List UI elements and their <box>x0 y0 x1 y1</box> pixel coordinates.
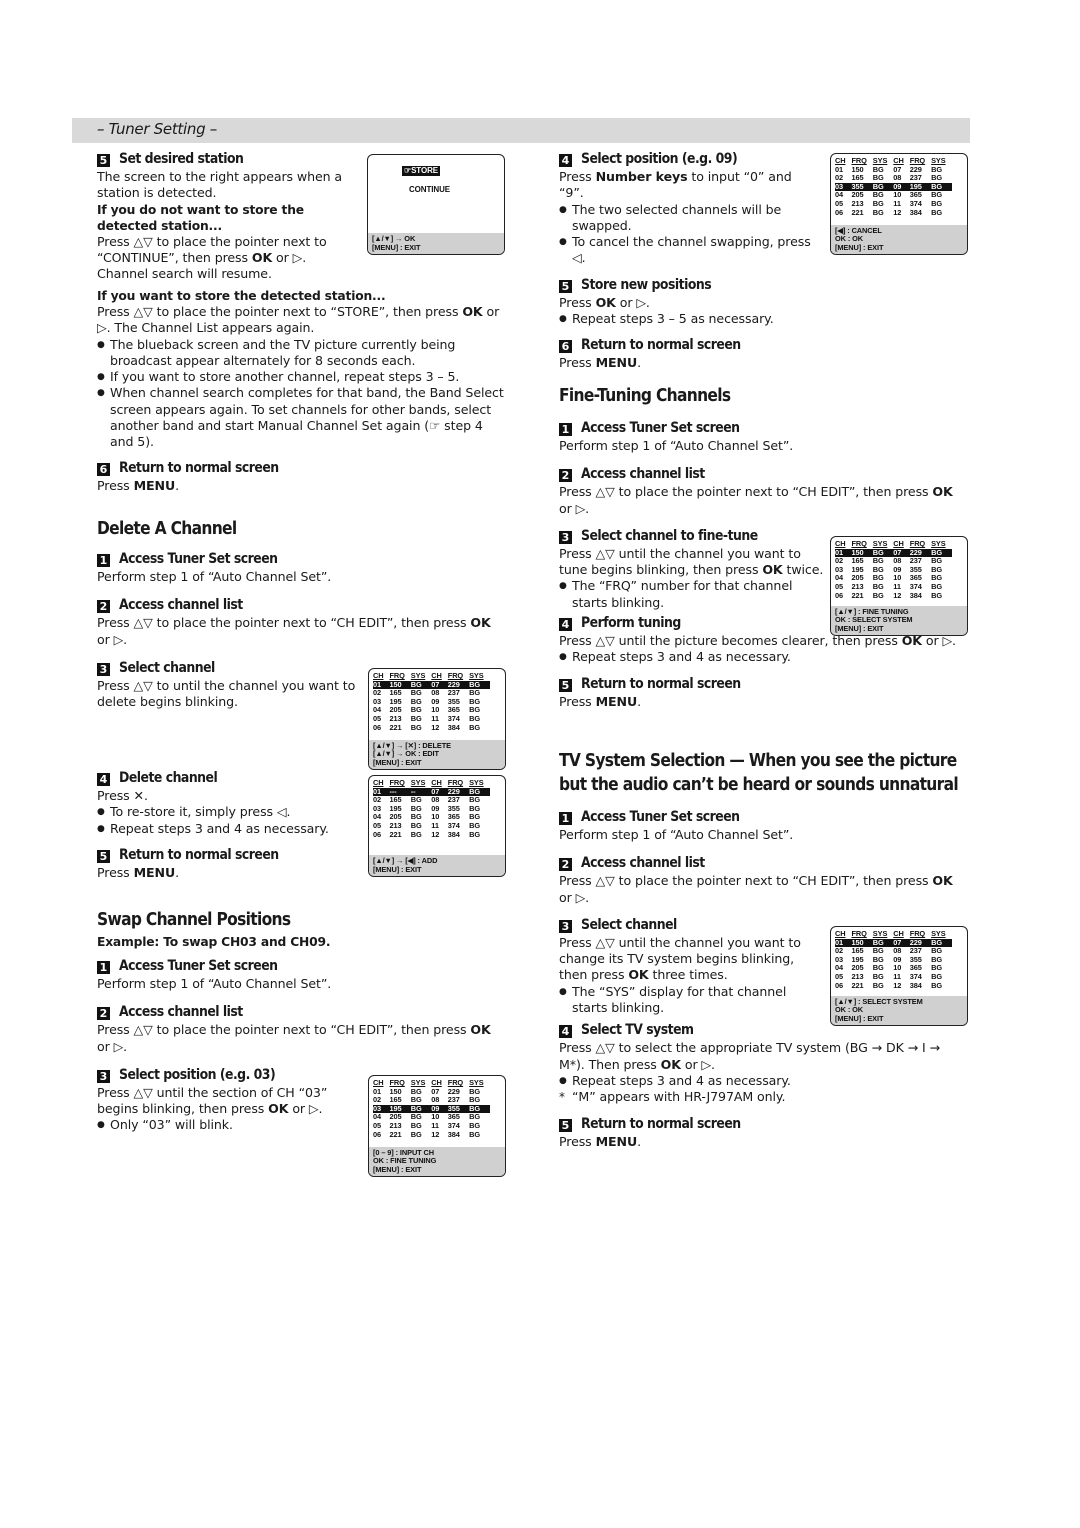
table-row: 06 221 BG 12 384 BG <box>373 829 480 839</box>
screen-store-continue: ☞STORE CONTINUE [▲/▼] → OK [MENU] : EXIT <box>367 154 505 255</box>
screen-swap-select-03: CH FRQ SYS CH FRQ SYS 01 150 BG 07 229 BG 02 165 BG 08 2… <box>368 1075 506 1177</box>
paragraph: Press △▽ to place the pointer next to “S… <box>97 304 500 336</box>
bullet-item: The two selected channels will be swappe… <box>559 202 819 235</box>
section-heading: TV System Selection — When you see the p… <box>559 750 957 771</box>
screen-footer: [◀] : CANCEL OK : OK [MENU] : EXIT <box>831 224 967 254</box>
channel-table: CH FRQ SYS CH FRQ SYS 01 --- -- 07 229 BG 02 165 BG 08 2… <box>373 778 490 839</box>
screen-fine-tune: CH FRQ SYS CH FRQ SYS 01 150 BG 07 229 BG 02 165 BG 08 2… <box>830 536 968 636</box>
continue-option: CONTINUE <box>409 185 450 194</box>
table-row: 06 221 BG 12 384 BG <box>373 1129 480 1139</box>
step-return-normal: 6 Return to normal screen Press MENU. <box>97 460 279 493</box>
paragraph: The screen to the right appears when a s… <box>97 169 343 201</box>
bullet-item: When channel search completes for that b… <box>97 385 507 450</box>
screen-footer: [▲/▼] → [◀] : ADD [MENU] : EXIT <box>369 855 505 876</box>
screen-footer: [▲/▼] → [✕] : DELETE [▲/▼] → OK : EDIT [ME… <box>369 739 505 769</box>
section-heading: Swap Channel Positions <box>97 909 291 930</box>
table-row: 06 221 BG 12 384 BG <box>835 980 942 990</box>
bullet-item: The blueback screen and the TV picture c… <box>97 337 507 370</box>
bullet-item: Repeat steps 3 – 5 as necessary. <box>559 311 819 328</box>
screen-footer: [▲/▼] : SELECT SYSTEM OK : OK [MENU] : EXI… <box>831 995 967 1025</box>
step-delete-channel: 4Delete channel Press ✕. To re-store it,… <box>97 768 362 881</box>
channel-table: CH FRQ SYS CH FRQ SYS 01 150 BG 07 229 BG 02 165 BG 08 2… <box>373 1078 490 1139</box>
channel-table: CH FRQ SYS CH FRQ SYS 01 150 BG 07 229 BG 02 165 BG 08 2… <box>835 929 952 990</box>
store-option: ☞STORE <box>402 166 440 176</box>
example-text: Example: To swap CH03 and CH09. <box>97 935 331 949</box>
section-heading: Fine-Tuning Channels <box>559 385 731 406</box>
paragraph: Channel search will resume. <box>97 266 272 282</box>
table-row: 06 221 BG 12 384 BG <box>373 722 480 732</box>
bullet-list: The blueback screen and the TV picture c… <box>97 337 507 451</box>
section-heading: Delete A Channel <box>97 518 237 539</box>
section-heading: but the audio can’t be heard or sounds u… <box>559 774 959 795</box>
bullet-item: Repeat steps 3 and 4 as necessary. <box>559 1073 969 1090</box>
screen-swap-result: CH FRQ SYS CH FRQ SYS 01 150 BG 07 229 BG 02 165 BG 08 2… <box>830 153 968 255</box>
section-title: – Tuner Setting – <box>97 120 217 138</box>
table-row: 06 221 BG 12 384 BG <box>835 590 942 600</box>
paragraph: Press △▽ to place the pointer next to “C… <box>97 233 327 265</box>
screen-footer: [▲/▼] → OK [MENU] : EXIT <box>368 233 504 254</box>
channel-table: CH FRQ SYS CH FRQ SYS 01 150 BG 07 229 BG 02 165 BG 08 2… <box>835 156 952 217</box>
bullet-item: Repeat steps 3 and 4 as necessary. <box>559 649 969 666</box>
screen-delete-select: CH FRQ SYS CH FRQ SYS 01 150 BG 07 229 BG 02 165 BG 08 2… <box>368 668 506 770</box>
bullet-item: The “FRQ” number for that channel starts… <box>559 578 799 611</box>
swap-steps-continued: 4 Select position (e.g. 09) Press Number … <box>559 149 819 372</box>
footnote: “M” appears with HR-J797AM only. <box>559 1089 969 1106</box>
step-set-desired-station: 5 Set desired station The screen to the r… <box>97 149 359 282</box>
store-instructions: If you want to store the detected statio… <box>97 288 507 451</box>
bullet-item: To cancel the channel swapping, press ◁. <box>559 234 819 267</box>
screen-footer: [0 – 9] : INPUT CH OK : FINE TUNING [MENU]… <box>369 1146 505 1176</box>
bullet-item: To re-store it, simply press ◁. <box>97 804 362 821</box>
subheading: If you do not want to store the detected… <box>97 202 304 233</box>
subheading: If you want to store the detected statio… <box>97 289 386 303</box>
table-row: 06 221 BG 12 384 BG <box>835 207 942 217</box>
bullet-item: Repeat steps 3 and 4 as necessary. <box>97 821 362 838</box>
bullet-item: If you want to store another channel, re… <box>97 369 507 386</box>
channel-table: CH FRQ SYS CH FRQ SYS 01 150 BG 07 229 BG 02 165 BG 08 2… <box>373 671 490 732</box>
section-banner: – Tuner Setting – <box>72 118 970 143</box>
bullet-item: The “SYS” display for that channel start… <box>559 984 824 1017</box>
channel-table: CH FRQ SYS CH FRQ SYS 01 150 BG 07 229 BG 02 165 BG 08 2… <box>835 539 952 600</box>
screen-footer: [▲/▼] : FINE TUNING OK : SELECT SYSTEM [ME… <box>831 605 967 635</box>
screen-delete-done: CH FRQ SYS CH FRQ SYS 01 --- -- 07 229 BG 02 165 BG 08 2… <box>368 775 506 877</box>
screen-select-system: CH FRQ SYS CH FRQ SYS 01 150 BG 07 229 BG 02 165 BG 08 2… <box>830 926 968 1026</box>
step-heading: 5 Set desired station <box>97 149 359 169</box>
